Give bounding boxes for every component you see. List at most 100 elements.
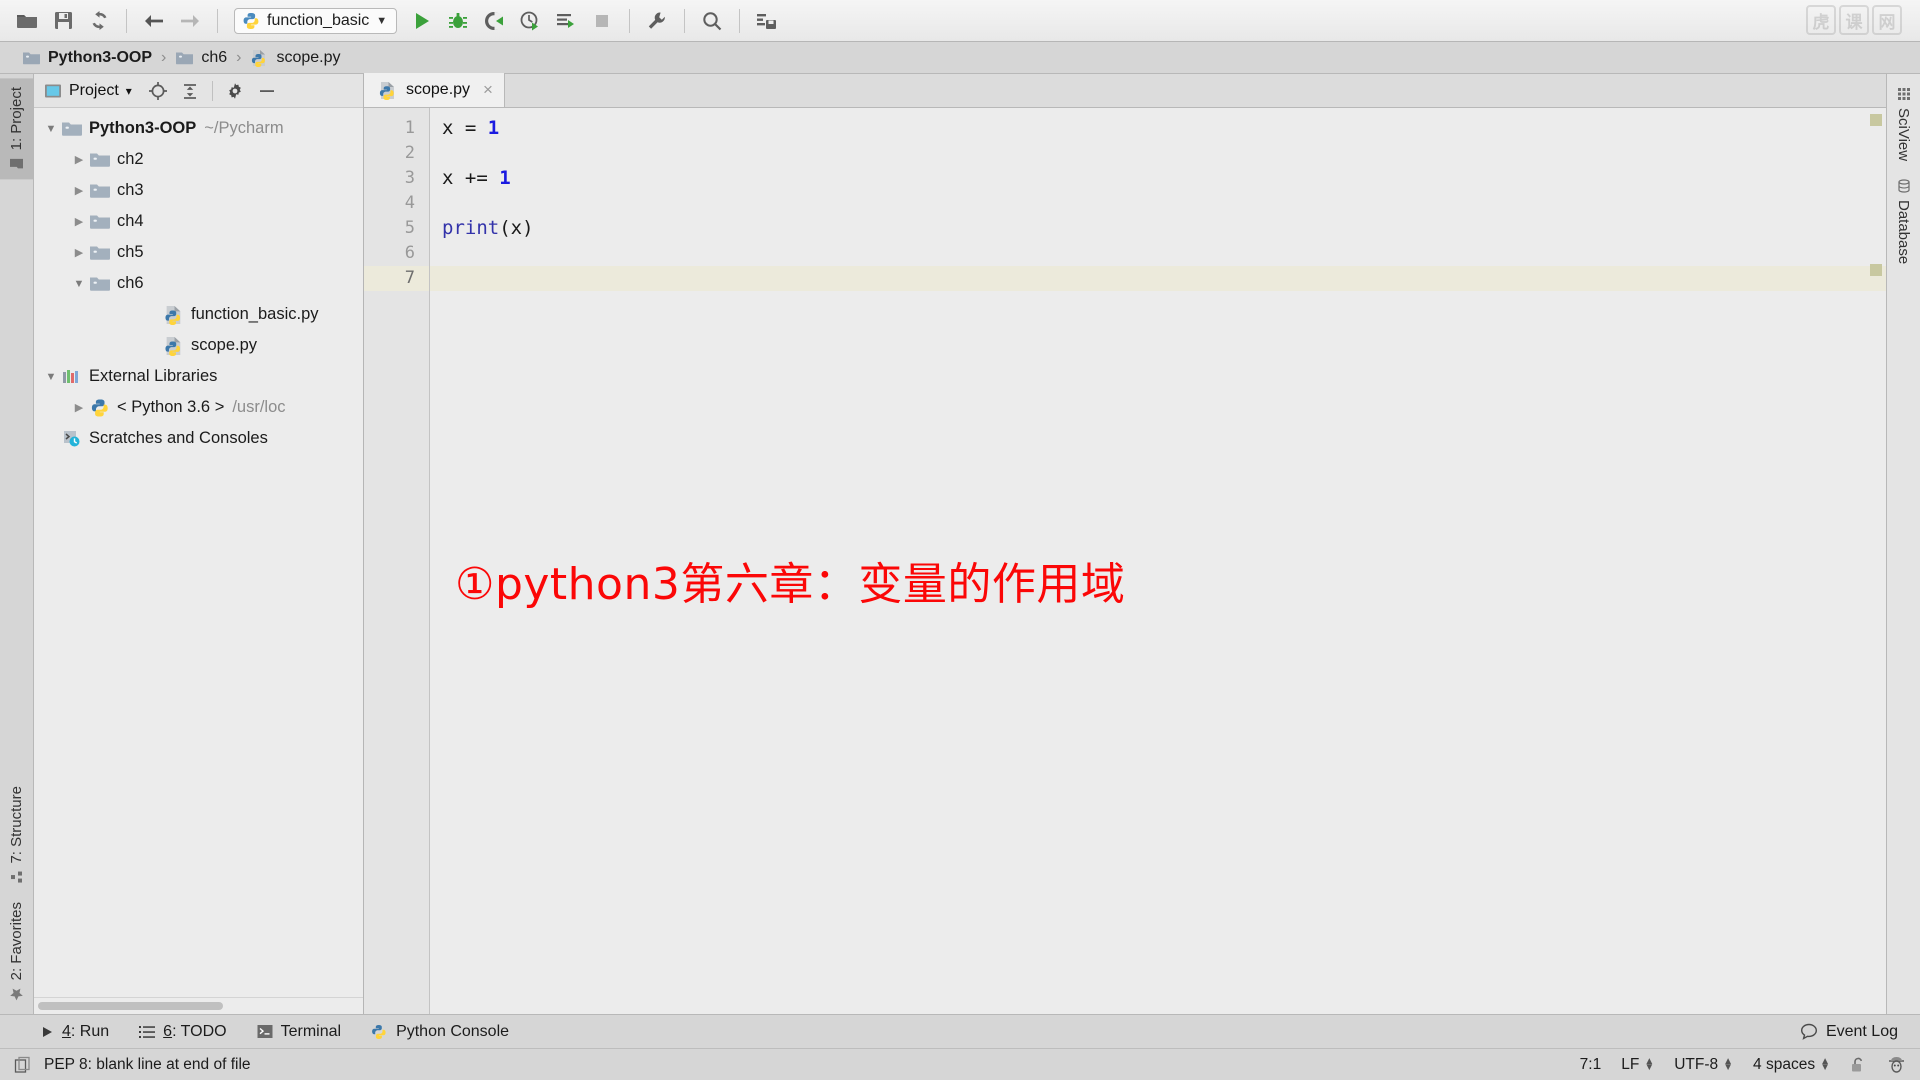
open-folder-icon[interactable]	[10, 6, 44, 36]
tree-row-ch4[interactable]: ▶ ch4	[34, 206, 363, 237]
hide-panel-icon[interactable]	[253, 78, 281, 104]
settings-gear-icon[interactable]	[221, 78, 249, 104]
run-with-console-button[interactable]	[549, 6, 583, 36]
search-everywhere-button[interactable]	[695, 6, 729, 36]
twisty-icon[interactable]: ▶	[70, 246, 88, 259]
code-token: x =	[442, 117, 488, 139]
twisty-icon[interactable]: ▶	[70, 184, 88, 197]
breadcrumb-item-ch6[interactable]: ch6	[175, 49, 227, 67]
settings-wrench-button[interactable]	[640, 6, 674, 36]
tree-row-ch5[interactable]: ▶ ch5	[34, 237, 363, 268]
tree-row-external-libraries[interactable]: ▼ External Libraries	[34, 361, 363, 392]
tree-row-function-basic-py[interactable]: function_basic.py	[34, 299, 363, 330]
main-toolbar: function_basic ▼ 虎 课 网	[0, 0, 1920, 42]
editor-tab-bar: scope.py ×	[364, 73, 1886, 108]
sync-refresh-icon[interactable]	[82, 6, 116, 36]
twisty-icon[interactable]: ▶	[70, 153, 88, 166]
caret-position[interactable]: 7:1	[1580, 1056, 1602, 1074]
run-button[interactable]	[405, 6, 439, 36]
structure-icon	[10, 871, 24, 884]
project-panel-title[interactable]: Project ▾	[44, 82, 132, 100]
encoding-selector[interactable]: UTF-8 ▲ ▼	[1674, 1056, 1733, 1074]
code-editor[interactable]: 1 2 3 4 5 6 7 x = 1 x += 1 print(x) ①pyt…	[364, 108, 1886, 1014]
tool-window-terminal[interactable]: Terminal	[257, 1023, 341, 1041]
sidebar-item-project[interactable]: 1: Project	[0, 78, 33, 180]
todo-list-icon	[139, 1025, 156, 1039]
debug-button[interactable]	[441, 6, 475, 36]
twisty-icon[interactable]: ▼	[70, 278, 88, 290]
line-separator-selector[interactable]: LF ▲ ▼	[1621, 1056, 1654, 1074]
sidebar-item-structure[interactable]: 7: Structure	[0, 777, 33, 893]
main-body: 1: Project 7: Structure 2: Favorites Pro…	[0, 73, 1920, 1014]
tree-row-project-root[interactable]: ▼ Python3-OOP ~/Pycharm	[34, 113, 363, 144]
tree-row-scratches-and-consoles[interactable]: Scratches and Consoles	[34, 423, 363, 454]
close-icon[interactable]: ×	[483, 80, 493, 100]
line-number: 2	[404, 143, 415, 163]
breadcrumb-item-project[interactable]: Python3-OOP	[22, 49, 152, 67]
sidebar-item-favorites[interactable]: 2: Favorites	[0, 893, 33, 1010]
project-tree[interactable]: ▼ Python3-OOP ~/Pycharm ▶ ch2 ▶ ch3 ▶ ch…	[34, 108, 363, 997]
line-separator-label: LF	[1621, 1055, 1640, 1073]
right-strip-label: Database	[1895, 200, 1912, 265]
tree-row-ch3[interactable]: ▶ ch3	[34, 175, 363, 206]
database-icon	[1897, 179, 1911, 193]
tree-row-scope-py[interactable]: scope.py	[34, 330, 363, 361]
tab-scope-py[interactable]: scope.py ×	[364, 73, 505, 107]
tool-window-label: : TODO	[172, 1022, 227, 1040]
tree-row-ch2[interactable]: ▶ ch2	[34, 144, 363, 175]
hector-inspection-icon[interactable]	[1887, 1055, 1906, 1074]
chevron-down-icon[interactable]: ▼	[376, 15, 387, 27]
tool-window-python-console[interactable]: Python Console	[371, 1023, 509, 1041]
tree-label: External Libraries	[89, 367, 218, 385]
profile-button[interactable]	[513, 6, 547, 36]
tree-row-ch6[interactable]: ▼ ch6	[34, 268, 363, 299]
error-stripe-marker-current[interactable]	[1870, 264, 1882, 276]
code-token-number: 1	[487, 117, 500, 139]
sidebar-item-sciview[interactable]: SciView	[1887, 78, 1920, 170]
tree-row-python-sdk[interactable]: ▶ < Python 3.6 > /usr/loc	[34, 392, 363, 423]
python-file-icon	[378, 81, 398, 100]
sidebar-item-database[interactable]: Database	[1887, 170, 1920, 273]
left-strip-label: 2: Favorites	[8, 901, 25, 980]
twisty-icon[interactable]: ▶	[70, 401, 88, 414]
chevron-down-icon[interactable]: ▾	[126, 84, 132, 98]
scrollbar-thumb[interactable]	[38, 1002, 223, 1010]
stop-button[interactable]	[585, 6, 619, 36]
run-config-label: function_basic	[267, 11, 370, 29]
python-console-icon	[371, 1024, 388, 1040]
run-configuration-selector[interactable]: function_basic ▼	[234, 7, 398, 34]
code-content[interactable]: x = 1 x += 1 print(x) ①python3第六章：变量的作用域	[430, 108, 1886, 1014]
project-panel-horizontal-scrollbar[interactable]	[34, 997, 363, 1014]
error-stripe-marker-top[interactable]	[1870, 114, 1882, 126]
spinner-icon: ▲ ▼	[1723, 1055, 1734, 1073]
twisty-icon[interactable]: ▶	[70, 215, 88, 228]
code-token: (x)	[499, 217, 534, 239]
save-all-icon[interactable]	[46, 6, 80, 36]
indent-selector[interactable]: 4 spaces ▲ ▼	[1753, 1056, 1830, 1074]
watermark-logo: 虎 课 网	[1806, 5, 1902, 35]
tool-window-run[interactable]: 4: Run	[40, 1023, 109, 1041]
locate-target-icon[interactable]	[144, 78, 172, 104]
twisty-icon[interactable]: ▼	[42, 123, 60, 135]
tree-label: ch3	[117, 181, 144, 199]
tree-label: scope.py	[191, 336, 258, 354]
toolbar-divider	[126, 8, 127, 33]
code-token: x +=	[442, 167, 500, 189]
tool-window-todo[interactable]: 6: TODO	[139, 1022, 227, 1041]
update-project-button[interactable]	[750, 6, 784, 36]
breadcrumb-separator: ›	[161, 48, 167, 66]
unlocked-padlock-icon[interactable]	[1850, 1056, 1867, 1074]
breadcrumb-item-file[interactable]: scope.py	[250, 49, 341, 67]
collapse-all-icon[interactable]	[176, 78, 204, 104]
run-coverage-button[interactable]	[477, 6, 511, 36]
left-strip-bottom-group: 7: Structure 2: Favorites	[0, 777, 33, 1010]
back-arrow-icon[interactable]	[137, 6, 171, 36]
copy-icon[interactable]	[14, 1056, 32, 1074]
event-log-button[interactable]: Event Log	[1800, 1023, 1898, 1041]
twisty-icon[interactable]: ▼	[42, 371, 60, 383]
project-tool-window: Project ▾ ▼ Python3-OOP ~/Pycharm ▶ ch2 …	[34, 74, 364, 1014]
forward-arrow-icon[interactable]	[173, 6, 207, 36]
project-panel-title-label: Project	[69, 81, 119, 99]
line-number-gutter: 1 2 3 4 5 6 7	[364, 108, 430, 1014]
